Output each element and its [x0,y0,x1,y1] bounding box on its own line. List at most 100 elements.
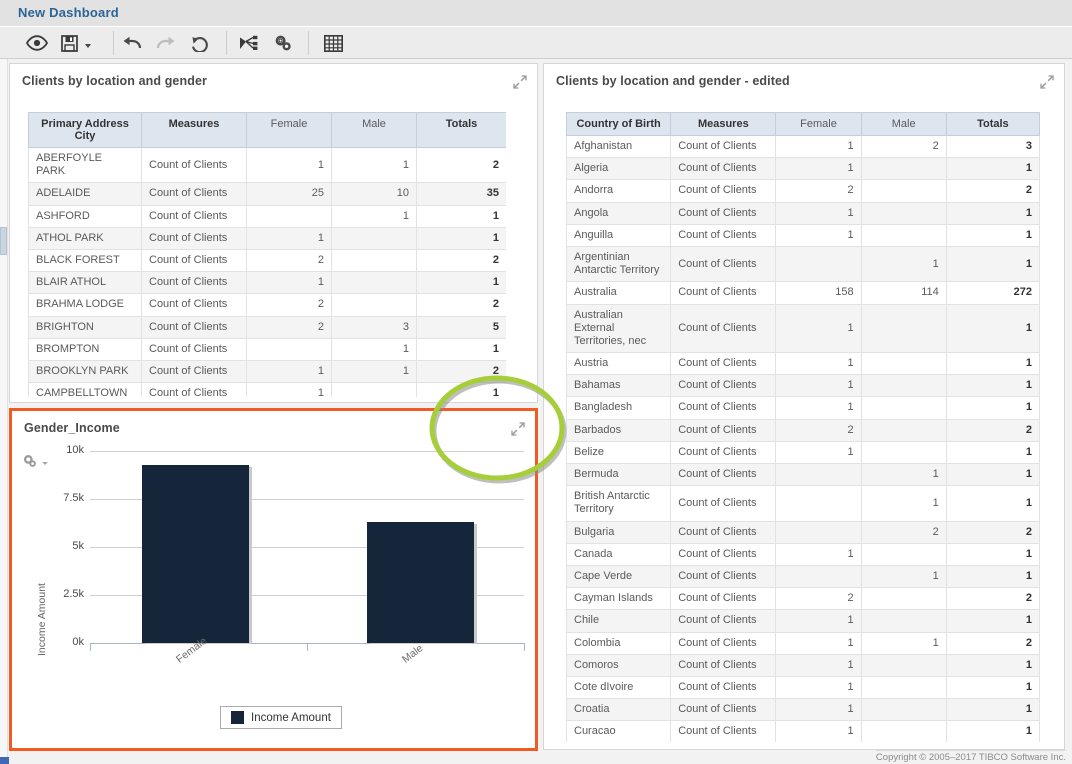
col-country-of-birth[interactable]: Country of Birth [566,112,672,136]
cell-total: 1 [416,382,506,397]
table-row[interactable]: Australia Count of Clients 158 114 272 [566,281,1040,305]
cell-label: Bulgaria [566,520,672,544]
table-row[interactable]: Andorra Count of Clients 2 2 [566,179,1040,203]
x-axis-tick-left [90,643,91,651]
x-axis-tick-mid [307,643,308,651]
cell-total: 1 [945,462,1040,487]
col-primary-address-city[interactable]: Primary Address City [28,112,142,148]
cell-male [860,418,947,442]
table-row[interactable]: Curacao Count of Clients 1 1 [566,720,1040,742]
col-female[interactable]: Female [246,112,332,148]
table-row[interactable]: Comoros Count of Clients 1 1 [566,653,1040,677]
cell-female: 158 [775,281,862,305]
table-scroll-region[interactable]: Country of Birth Measures Female Male To… [566,112,1040,742]
revert-icon[interactable] [183,28,217,58]
col-female[interactable]: Female [775,112,862,136]
table-row[interactable]: British Antarctic Territory Count of Clie… [566,485,1040,522]
gears-icon[interactable] [266,28,300,58]
maximize-icon[interactable] [513,75,527,89]
cell-label: Australia [566,281,672,305]
bar-male[interactable] [367,522,474,643]
filter-links-icon[interactable] [232,28,266,58]
cell-male: 1 [331,204,417,228]
chart-options-gear-icon[interactable] [22,453,52,469]
cell-female: 1 [775,653,862,677]
cell-male: 114 [860,281,947,305]
grid-icon[interactable] [316,28,350,58]
pivot-table-countries: Country of Birth Measures Female Male To… [566,112,1040,742]
cell-male: 2 [860,134,947,159]
cell-male: 3 [331,315,417,339]
table-row[interactable]: Belize Count of Clients 1 1 [566,440,1040,465]
app-title-bar: New Dashboard [0,0,1072,27]
maximize-icon[interactable] [511,422,525,436]
bar-female[interactable] [142,465,249,643]
table-row[interactable]: BRAHMA LODGE Count of Clients 2 2 [28,293,506,317]
table-row[interactable]: Chile Count of Clients 1 1 [566,609,1040,633]
table-row[interactable]: Australian External Territories, nec Coun… [566,303,1040,354]
toolbar-group-config [232,27,300,59]
table-row[interactable]: Algeria Count of Clients 1 1 [566,157,1040,181]
table-row[interactable]: Argentinian Antarctic Territory Count of … [566,245,1040,283]
save-dropdown-caret[interactable] [85,44,91,48]
table-row[interactable]: Cape Verde Count of Clients 1 1 [566,564,1040,589]
cell-female [246,204,332,228]
table-row[interactable]: CAMPBELLTOWN Count of Clients 1 1 [28,382,506,397]
cell-label: Curacao [566,720,672,742]
undo-icon[interactable] [115,28,149,58]
redo-icon[interactable] [149,28,183,58]
table-row[interactable]: Cote dIvoire Count of Clients 1 1 [566,675,1040,700]
table-row[interactable]: Angola Count of Clients 1 1 [566,201,1040,225]
table-row[interactable]: BROMPTON Count of Clients 1 1 [28,337,506,361]
col-measures[interactable]: Measures [670,112,777,136]
table-row[interactable]: BROOKLYN PARK Count of Clients 1 1 2 [28,359,506,384]
table-row[interactable]: BRIGHTON Count of Clients 2 3 5 [28,315,506,339]
table-row[interactable]: ABERFOYLE PARK Count of Clients 1 1 2 [28,146,506,184]
table-row[interactable]: ATHOL PARK Count of Clients 1 1 [28,226,506,250]
table-row[interactable]: Bermuda Count of Clients 1 1 [566,462,1040,487]
table-row[interactable]: Bahamas Count of Clients 1 1 [566,374,1040,398]
cell-female: 2 [246,248,332,273]
cell-male [860,352,947,376]
chart-legend[interactable]: Income Amount [220,706,342,729]
cell-total: 35 [416,182,506,206]
cell-label: Andorra [566,179,672,203]
table-row[interactable]: Bulgaria Count of Clients 2 2 [566,520,1040,544]
cell-male [331,226,417,250]
maximize-icon[interactable] [1040,75,1054,89]
cell-total: 1 [945,245,1040,283]
cell-measure: Count of Clients [670,542,777,566]
table-row[interactable]: Canada Count of Clients 1 1 [566,542,1040,566]
col-male[interactable]: Male [331,112,417,148]
cell-label: ADELAIDE [28,182,142,206]
horizontal-scrollbar-thumb[interactable] [0,757,9,764]
table-row[interactable]: Croatia Count of Clients 1 1 [566,698,1040,722]
cell-label: Argentinian Antarctic Territory [566,245,672,283]
cell-male [860,374,947,398]
cell-measure: Count of Clients [670,352,777,376]
table-row[interactable]: Afghanistan Count of Clients 1 2 3 [566,134,1040,159]
table-row[interactable]: BLACK FOREST Count of Clients 2 2 [28,248,506,273]
table-scroll-region[interactable]: Primary Address City Measures Female Mal… [28,112,506,397]
cell-measure: Count of Clients [670,134,777,159]
table-row[interactable]: Cayman Islands Count of Clients 2 2 [566,587,1040,611]
cell-male: 1 [860,631,947,655]
col-male[interactable]: Male [860,112,947,136]
table-row[interactable]: Anguilla Count of Clients 1 1 [566,223,1040,247]
col-measures[interactable]: Measures [141,112,247,148]
panel-collapse-handle[interactable] [0,227,7,255]
cell-female: 1 [775,609,862,633]
table-row[interactable]: Colombia Count of Clients 1 1 2 [566,631,1040,655]
table-row[interactable]: Bangladesh Count of Clients 1 1 [566,396,1040,420]
table-row[interactable]: ASHFORD Count of Clients 1 1 [28,204,506,228]
col-totals[interactable]: Totals [416,112,506,148]
chart-options-caret-icon[interactable] [42,461,48,465]
table-row[interactable]: Barbados Count of Clients 2 2 [566,418,1040,442]
save-icon[interactable] [54,28,84,58]
table-row[interactable]: ADELAIDE Count of Clients 25 10 35 [28,182,506,206]
col-totals[interactable]: Totals [945,112,1040,136]
view-icon[interactable] [20,28,54,58]
table-row[interactable]: BLAIR ATHOL Count of Clients 1 1 [28,271,506,295]
table-row[interactable]: Austria Count of Clients 1 1 [566,352,1040,376]
cell-measure: Count of Clients [670,564,777,589]
